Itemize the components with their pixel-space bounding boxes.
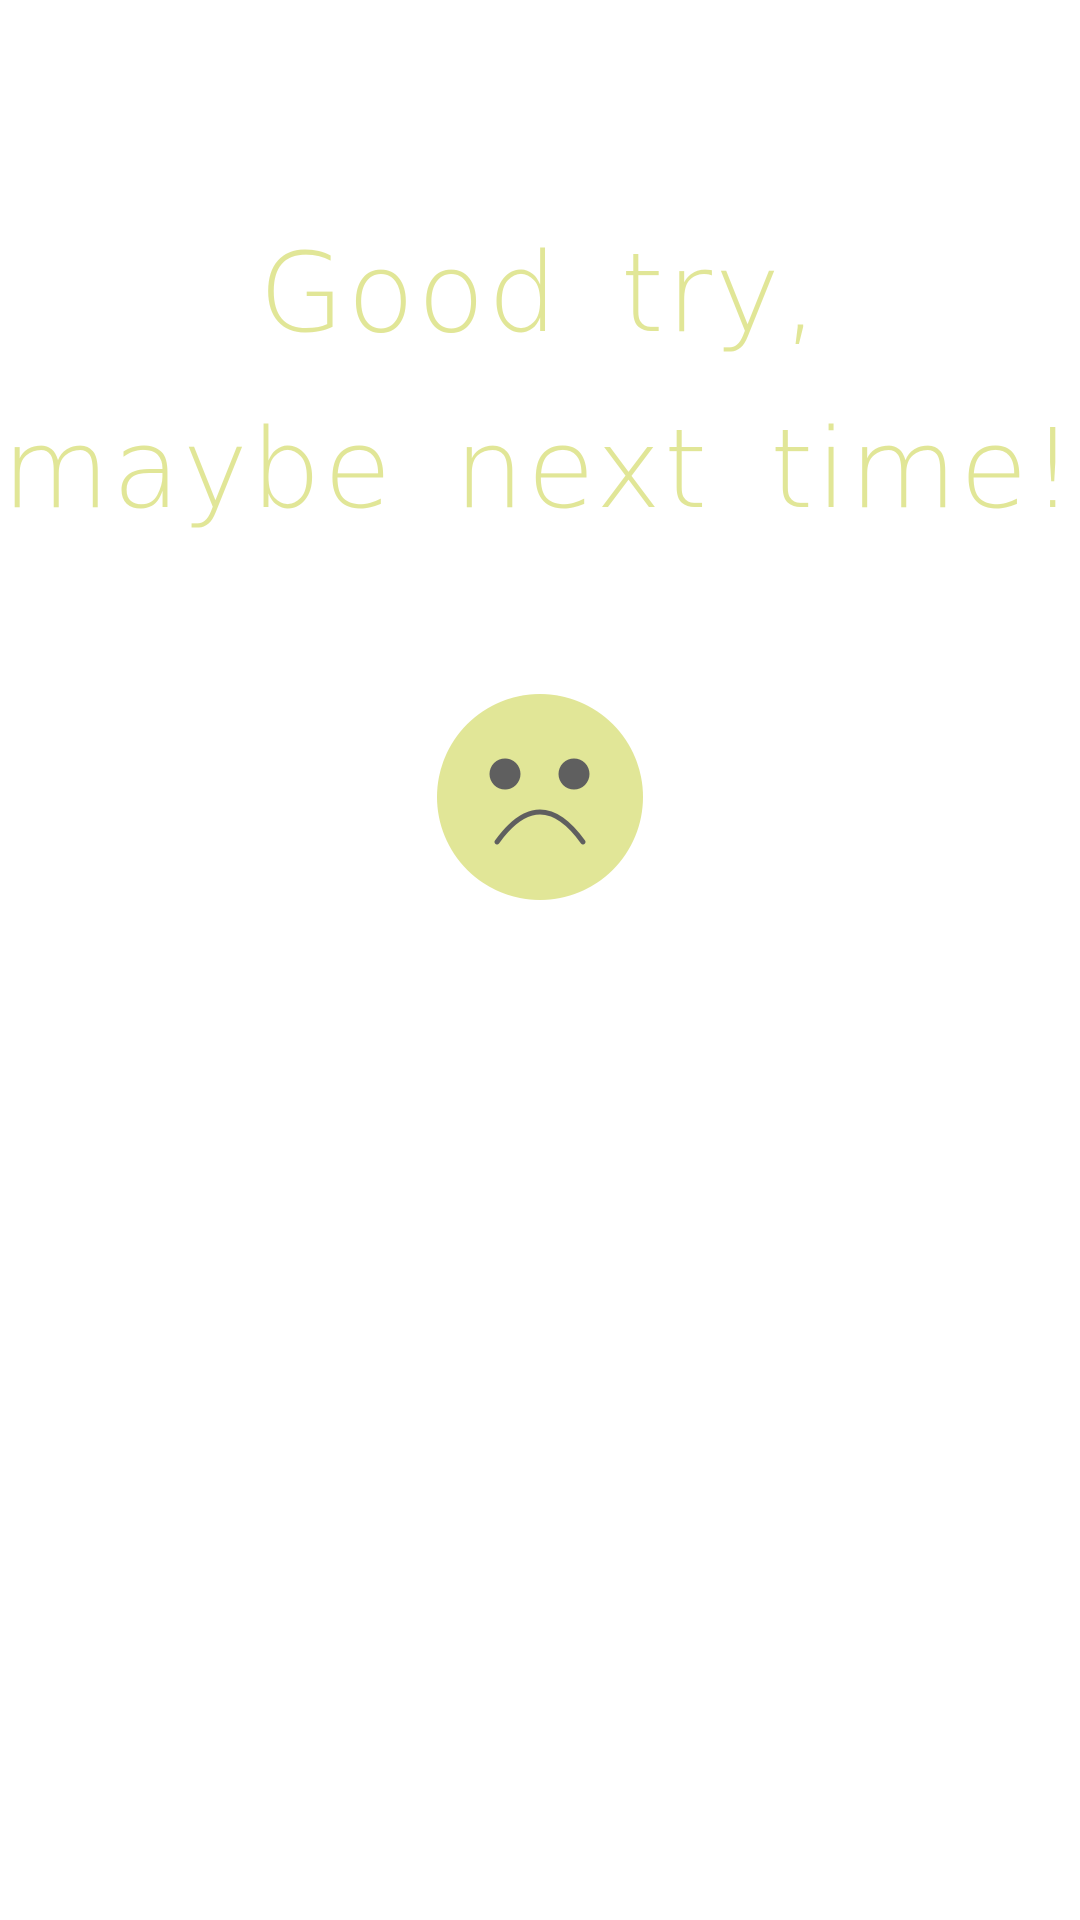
sad-face-graphic (437, 694, 643, 900)
face-circle (437, 694, 643, 900)
result-screen: Good try, maybe next time! (0, 0, 1080, 1920)
sad-face-icon (437, 694, 643, 900)
result-message: Good try, maybe next time! (0, 205, 1080, 557)
result-message-line-1: Good try, (258, 229, 822, 357)
result-message-line-2: maybe next time! (2, 405, 1078, 533)
right-eye (558, 758, 590, 790)
left-eye (489, 758, 521, 790)
